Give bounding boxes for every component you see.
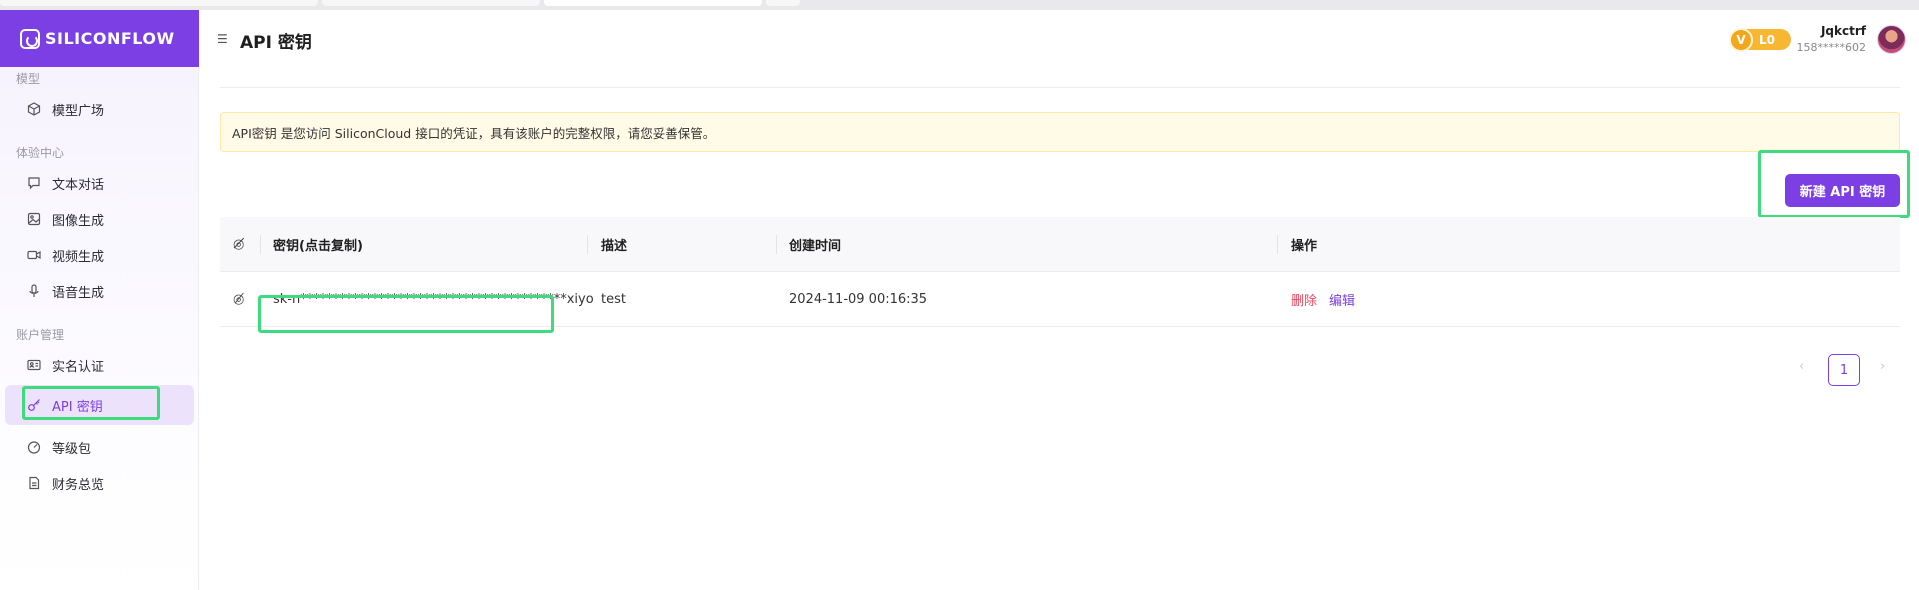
table-header: ◎̸ 密钥(点击复制) 描述 创建时间 操作 <box>220 217 1900 272</box>
browser-tab-active[interactable] <box>544 0 762 6</box>
vip-icon: V <box>1729 27 1753 52</box>
sidebar-item-label: 财务总览 <box>52 477 105 493</box>
column-header-actions: 操作 <box>1291 239 1318 254</box>
sidebar-item-label: 模型广场 <box>52 103 105 119</box>
toggle-visibility-icon[interactable]: ◎̸ <box>233 272 244 327</box>
sidebar-item-label: 图像生成 <box>52 213 105 229</box>
delete-button[interactable]: 删除 <box>1291 290 1317 309</box>
id-card-icon <box>27 358 41 372</box>
sidebar-item-text-chat[interactable]: 文本对话 <box>5 163 194 203</box>
menu-collapse-icon[interactable]: ☰ <box>217 32 228 46</box>
chat-icon <box>27 176 41 190</box>
page-title: API 密钥 <box>240 33 312 53</box>
sidebar-item-image-gen[interactable]: 图像生成 <box>5 199 194 239</box>
edit-button[interactable]: 编辑 <box>1329 290 1355 309</box>
sidebar-item-label: 视频生成 <box>52 249 105 265</box>
brand-name: SILICONFLOW <box>45 29 175 48</box>
info-notice: API密钥 是您访问 SiliconCloud 接口的凭证，具有该账户的完整权限… <box>220 112 1900 152</box>
siliconflow-logo-icon <box>20 28 40 49</box>
sidebar-section-title: 体验中心 <box>16 146 65 160</box>
cube-icon <box>27 102 41 116</box>
sidebar-item-model-square[interactable]: 模型广场 <box>5 89 194 129</box>
new-api-key-button[interactable]: 新建 API 密钥 <box>1785 174 1900 207</box>
row-actions: 删除 编辑 <box>1291 272 1355 327</box>
column-divider <box>1277 235 1278 254</box>
user-name: Jqkctrf <box>1820 24 1866 38</box>
sidebar-item-label: 文本对话 <box>52 177 105 193</box>
notice-text: API密钥 是您访问 SiliconCloud 接口的凭证，具有该账户的完整权限… <box>232 125 716 141</box>
sidebar-item-level-package[interactable]: 等级包 <box>5 427 194 467</box>
toggle-visibility-all-icon[interactable]: ◎̸ <box>233 217 244 272</box>
prev-page-button[interactable]: ‹ <box>1799 359 1804 374</box>
mic-icon <box>27 284 41 298</box>
level-badge[interactable]: V L0 <box>1729 27 1791 52</box>
table-row: ◎̸ sk-n*********************************… <box>220 272 1900 327</box>
api-key-value[interactable]: sk-n************************************… <box>273 272 594 327</box>
page-button-current[interactable]: 1 <box>1828 354 1860 386</box>
browser-tab[interactable] <box>0 0 318 6</box>
sidebar-item-video-gen[interactable]: 视频生成 <box>5 235 194 275</box>
next-page-button[interactable]: › <box>1880 359 1885 374</box>
video-icon <box>27 248 41 262</box>
key-description: test <box>601 292 626 307</box>
sidebar-item-label: API 密钥 <box>52 399 103 415</box>
sidebar-section-title: 模型 <box>16 72 41 86</box>
browser-tab-strip <box>0 0 1919 10</box>
user-phone: 158*****602 <box>1796 41 1867 54</box>
avatar[interactable] <box>1877 25 1906 54</box>
column-divider <box>260 235 261 254</box>
divider <box>220 87 1900 88</box>
column-header-description: 描述 <box>601 239 628 254</box>
column-divider <box>776 235 777 254</box>
brand-logo[interactable]: SILICONFLOW <box>0 10 199 67</box>
sidebar-item-label: 等级包 <box>52 441 92 457</box>
sidebar-item-label: 实名认证 <box>52 359 105 375</box>
main-content: ☰ API 密钥 V L0 Jqkctrf 158*****602 API密钥 … <box>200 10 1919 590</box>
sidebar-section-title: 账户管理 <box>16 328 65 342</box>
page-header: ☰ API 密钥 V L0 Jqkctrf 158*****602 <box>200 10 1919 88</box>
new-tab-button[interactable] <box>766 0 800 6</box>
sidebar-item-label: 语音生成 <box>52 285 105 301</box>
sidebar-item-real-name-auth[interactable]: 实名认证 <box>5 345 194 385</box>
key-icon <box>27 398 41 412</box>
column-header-key: 密钥(点击复制) <box>273 239 363 254</box>
sidebar: SILICONFLOW 模型 模型广场 体验中心 文本对话 图像生成 视频生成 … <box>0 10 199 590</box>
level-label: L0 <box>1759 32 1775 47</box>
sidebar-item-voice-gen[interactable]: 语音生成 <box>5 271 194 311</box>
sidebar-item-api-keys[interactable]: API 密钥 <box>5 385 194 425</box>
column-header-created: 创建时间 <box>789 239 842 254</box>
gauge-icon <box>27 440 41 454</box>
document-icon <box>27 476 41 490</box>
browser-tab[interactable] <box>322 0 540 6</box>
sidebar-item-finance-overview[interactable]: 财务总览 <box>5 463 194 503</box>
key-created-time: 2024-11-09 00:16:35 <box>789 292 928 307</box>
image-icon <box>27 212 41 226</box>
column-divider <box>587 235 588 254</box>
